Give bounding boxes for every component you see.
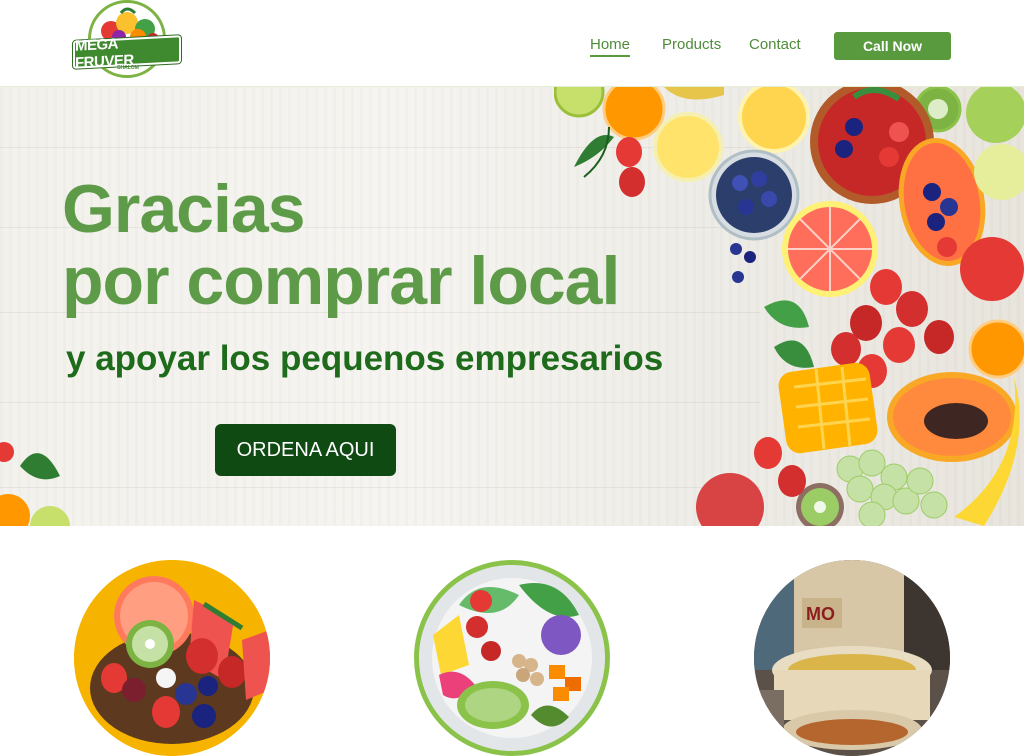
site-header: MEGA FRUVER SHALOM Home Products Contact… [0,0,1024,88]
hero-title-line1: Gracias [62,171,306,247]
fruit-corner-image [0,442,70,526]
product-salad-bowl[interactable] [414,560,610,756]
product-fruit-bowl[interactable] [74,560,270,756]
salad-bowl-image [419,565,605,751]
hero-subtitle: y apoyar los pequenos empresarios [66,339,664,378]
logo-banner: MEGA FRUVER [73,35,181,72]
logo-tagline: SHALOM [117,65,139,71]
nav-contact[interactable]: Contact [749,36,801,53]
hero-banner: Gracias por comprar local y apoyar los p… [0,87,1024,526]
hero-title: Gracias por comprar local [62,171,620,319]
fruit-arrangement-image [554,87,1024,526]
call-now-button[interactable]: Call Now [834,32,951,60]
hero-title-line2: por comprar local [62,243,620,319]
nav-home[interactable]: Home [590,36,631,57]
grain-sacks-image: MO [754,560,950,756]
order-now-button[interactable]: ORDENA AQUI [215,424,396,476]
fruit-bowl-image [74,560,270,756]
nav-products[interactable]: Products [662,36,721,53]
svg-text:MO: MO [806,604,835,624]
brand-logo[interactable]: MEGA FRUVER SHALOM [73,0,181,82]
product-grain-sacks[interactable]: MO [754,560,950,756]
